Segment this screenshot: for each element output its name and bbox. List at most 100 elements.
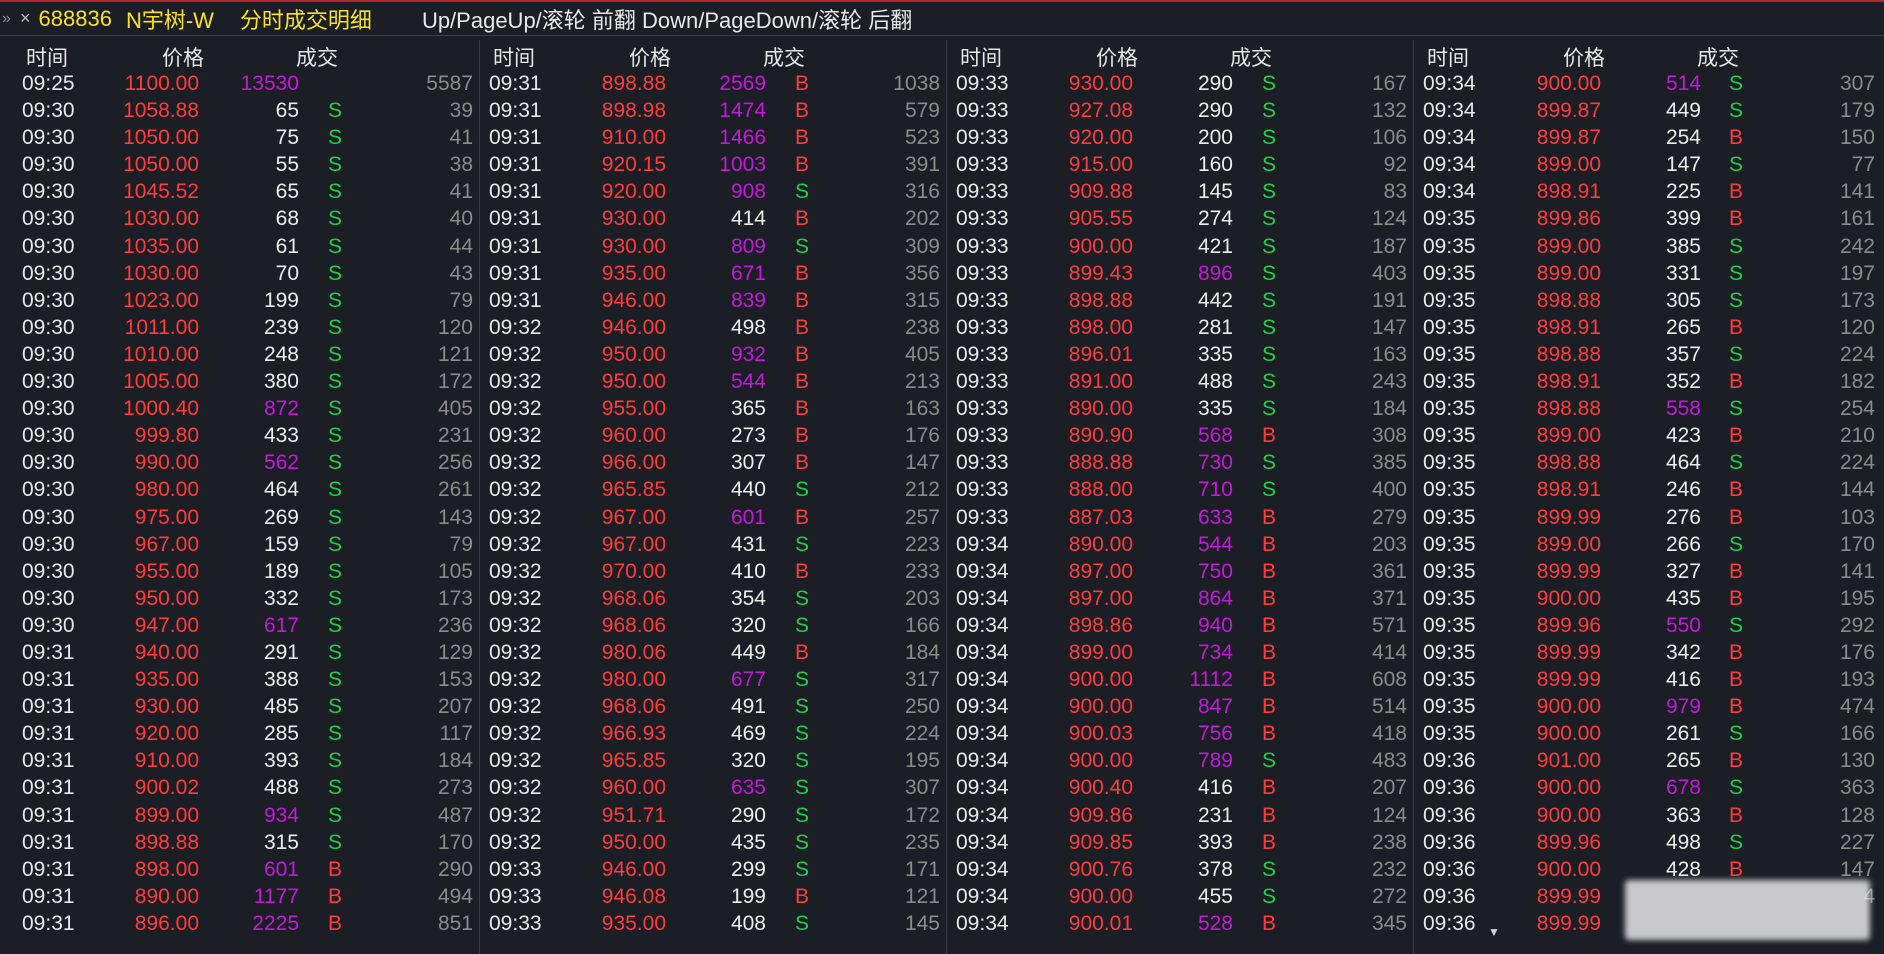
trade-row[interactable]: 09:35 898.88 558 S 254 xyxy=(1415,395,1881,422)
trade-row[interactable]: 09:30 1010.00 248 S 121 xyxy=(14,341,479,368)
trade-row[interactable]: 09:34 898.86 940 B 571 xyxy=(948,612,1413,639)
trade-row[interactable]: 09:30 999.80 433 S 231 xyxy=(14,422,479,449)
trade-row[interactable]: 09:35 898.88 357 S 224 xyxy=(1415,341,1881,368)
trade-row[interactable]: 09:31 900.02 488 S 273 xyxy=(14,774,479,801)
trade-row[interactable]: 09:32 967.00 601 B 257 xyxy=(481,504,946,531)
trade-row[interactable]: 09:33 946.00 299 S 171 xyxy=(481,856,946,883)
trade-row[interactable]: 09:31 890.00 1177 B 494 xyxy=(14,883,479,910)
trade-row[interactable]: 09:34 900.01 528 B 345 xyxy=(948,910,1413,937)
trade-row[interactable]: 09:35 898.91 265 B 120 xyxy=(1415,314,1881,341)
trade-row[interactable]: 09:34 890.00 544 B 203 xyxy=(948,531,1413,558)
trade-row[interactable]: 09:32 966.00 307 B 147 xyxy=(481,449,946,476)
trade-row[interactable]: 09:31 898.88 315 S 170 xyxy=(14,829,479,856)
trade-row[interactable]: 09:34 899.00 734 B 414 xyxy=(948,639,1413,666)
trade-row[interactable]: 09:35 900.00 261 S 166 xyxy=(1415,720,1881,747)
trade-row[interactable]: 09:30 950.00 332 S 173 xyxy=(14,585,479,612)
trade-row[interactable]: 09:33 891.00 488 S 243 xyxy=(948,368,1413,395)
trade-row[interactable]: 09:30 1030.00 68 S 40 xyxy=(14,205,479,232)
trade-row[interactable]: 09:33 896.01 335 S 163 xyxy=(948,341,1413,368)
trade-row[interactable]: 09:34 900.76 378 S 232 xyxy=(948,856,1413,883)
trade-row[interactable]: 09:33 909.88 145 S 83 xyxy=(948,178,1413,205)
trade-row[interactable]: 09:34 897.00 864 B 371 xyxy=(948,585,1413,612)
trade-row[interactable]: 09:33 898.88 442 S 191 xyxy=(948,287,1413,314)
trade-row[interactable]: 09:32 965.85 440 S 212 xyxy=(481,476,946,503)
close-button[interactable]: × xyxy=(20,8,31,29)
trade-row[interactable]: 09:35 899.00 331 S 197 xyxy=(1415,260,1881,287)
trade-row[interactable]: 09:32 968.06 354 S 203 xyxy=(481,585,946,612)
sort-down-icon[interactable]: ▼ xyxy=(1488,925,1500,939)
trade-row[interactable]: 09:33 900.00 421 S 187 xyxy=(948,233,1413,260)
trade-row[interactable]: 09:35 898.91 246 B 144 xyxy=(1415,476,1881,503)
trade-row[interactable]: 09:31 946.00 839 B 315 xyxy=(481,287,946,314)
trade-row[interactable]: 09:31 940.00 291 S 129 xyxy=(14,639,479,666)
trade-row[interactable]: 09:32 951.71 290 S 172 xyxy=(481,802,946,829)
trade-row[interactable]: 09:33 920.00 200 S 106 xyxy=(948,124,1413,151)
trade-row[interactable]: 09:30 1050.00 55 S 38 xyxy=(14,151,479,178)
trade-row[interactable]: 09:33 888.00 710 S 400 xyxy=(948,476,1413,503)
trade-row[interactable]: 09:33 898.00 281 S 147 xyxy=(948,314,1413,341)
trade-row[interactable]: 09:31 899.00 934 S 487 xyxy=(14,802,479,829)
trade-row[interactable]: 09:31 930.00 414 B 202 xyxy=(481,205,946,232)
trade-row[interactable]: 09:34 900.00 847 B 514 xyxy=(948,693,1413,720)
trade-row[interactable]: 09:30 1000.40 872 S 405 xyxy=(14,395,479,422)
trade-row[interactable]: 09:30 990.00 562 S 256 xyxy=(14,449,479,476)
trade-row[interactable]: 09:31 920.00 908 S 316 xyxy=(481,178,946,205)
trade-row[interactable]: 09:31 898.98 1474 B 579 xyxy=(481,97,946,124)
trade-row[interactable]: 09:30 1011.00 239 S 120 xyxy=(14,314,479,341)
trade-row[interactable]: 09:32 946.00 498 B 238 xyxy=(481,314,946,341)
trade-row[interactable]: 09:34 900.00 789 S 483 xyxy=(948,747,1413,774)
trade-row[interactable]: 09:33 946.08 199 B 121 xyxy=(481,883,946,910)
trade-row[interactable]: 09:31 920.15 1003 B 391 xyxy=(481,151,946,178)
trade-row[interactable]: 09:35 900.00 435 B 195 xyxy=(1415,585,1881,612)
trade-row[interactable]: 09:30 1035.00 61 S 44 xyxy=(14,233,479,260)
trade-row[interactable]: 09:33 905.55 274 S 124 xyxy=(948,205,1413,232)
trade-row[interactable]: 09:32 980.00 677 S 317 xyxy=(481,666,946,693)
trade-row[interactable]: 09:36 901.00 265 B 130 xyxy=(1415,747,1881,774)
trade-row[interactable]: 09:32 968.06 320 S 166 xyxy=(481,612,946,639)
trade-row[interactable]: 09:31 935.00 671 B 356 xyxy=(481,260,946,287)
trade-row[interactable]: 09:35 899.00 385 S 242 xyxy=(1415,233,1881,260)
trade-row[interactable]: 09:32 950.00 932 B 405 xyxy=(481,341,946,368)
trade-row[interactable]: 09:34 900.00 514 S 307 xyxy=(1415,70,1881,97)
trade-row[interactable]: 09:35 900.00 979 B 474 xyxy=(1415,693,1881,720)
trade-row[interactable]: 09:30 955.00 189 S 105 xyxy=(14,558,479,585)
trade-detail-board[interactable]: 时间 价格 成交 09:25 1100.00 13530 5587 09:30 1058.… xyxy=(14,40,1884,954)
trade-row[interactable]: 09:35 899.99 276 B 103 xyxy=(1415,504,1881,531)
trade-row[interactable]: 09:34 899.00 147 S 77 xyxy=(1415,151,1881,178)
trade-row[interactable]: 09:33 888.88 730 S 385 xyxy=(948,449,1413,476)
trade-row[interactable]: 09:34 898.91 225 B 141 xyxy=(1415,178,1881,205)
trade-row[interactable]: 09:33 935.00 408 S 145 xyxy=(481,910,946,937)
trade-row[interactable]: 09:34 900.03 756 B 418 xyxy=(948,720,1413,747)
trade-row[interactable]: 09:30 1023.00 199 S 79 xyxy=(14,287,479,314)
trade-row[interactable]: 09:32 965.85 320 S 195 xyxy=(481,747,946,774)
trade-row[interactable]: 09:36 900.00 678 S 363 xyxy=(1415,774,1881,801)
trade-row[interactable]: 09:35 899.00 423 B 210 xyxy=(1415,422,1881,449)
trade-row[interactable]: 09:35 899.99 342 B 176 xyxy=(1415,639,1881,666)
trade-row[interactable]: 09:31 896.00 2225 B 851 xyxy=(14,910,479,937)
trade-row[interactable]: 09:30 975.00 269 S 143 xyxy=(14,504,479,531)
trade-row[interactable]: 09:30 1058.88 65 S 39 xyxy=(14,97,479,124)
trade-row[interactable]: 09:33 890.00 335 S 184 xyxy=(948,395,1413,422)
trade-row[interactable]: 09:31 910.00 393 S 184 xyxy=(14,747,479,774)
trade-row[interactable]: 09:30 1050.00 75 S 41 xyxy=(14,124,479,151)
trade-row[interactable]: 09:33 887.03 633 B 279 xyxy=(948,504,1413,531)
trade-row[interactable]: 09:32 960.00 273 B 176 xyxy=(481,422,946,449)
trade-row[interactable]: 09:32 970.00 410 B 233 xyxy=(481,558,946,585)
trade-row[interactable]: 09:35 898.88 464 S 224 xyxy=(1415,449,1881,476)
trade-row[interactable]: 09:34 899.87 254 B 150 xyxy=(1415,124,1881,151)
trade-row[interactable]: 09:31 898.88 2569 B 1038 xyxy=(481,70,946,97)
trade-row[interactable]: 09:33 899.43 896 S 403 xyxy=(948,260,1413,287)
trade-row[interactable]: 09:35 899.00 266 S 170 xyxy=(1415,531,1881,558)
trade-row[interactable]: 09:32 960.00 635 S 307 xyxy=(481,774,946,801)
trade-row[interactable]: 09:35 899.99 416 B 193 xyxy=(1415,666,1881,693)
trade-row[interactable]: 09:35 898.91 352 B 182 xyxy=(1415,368,1881,395)
trade-row[interactable]: 09:36 900.00 428 B 147 xyxy=(1415,856,1881,883)
trade-row[interactable]: 09:32 966.93 469 S 224 xyxy=(481,720,946,747)
expand-icon[interactable]: » xyxy=(2,10,14,28)
trade-row[interactable]: 09:30 980.00 464 S 261 xyxy=(14,476,479,503)
trade-row[interactable]: 09:34 900.40 416 B 207 xyxy=(948,774,1413,801)
trade-row[interactable]: 09:32 950.00 544 B 213 xyxy=(481,368,946,395)
trade-row[interactable]: 09:33 890.90 568 B 308 xyxy=(948,422,1413,449)
trade-row[interactable]: 09:30 967.00 159 S 79 xyxy=(14,531,479,558)
trade-row[interactable]: 09:30 1030.00 70 S 43 xyxy=(14,260,479,287)
